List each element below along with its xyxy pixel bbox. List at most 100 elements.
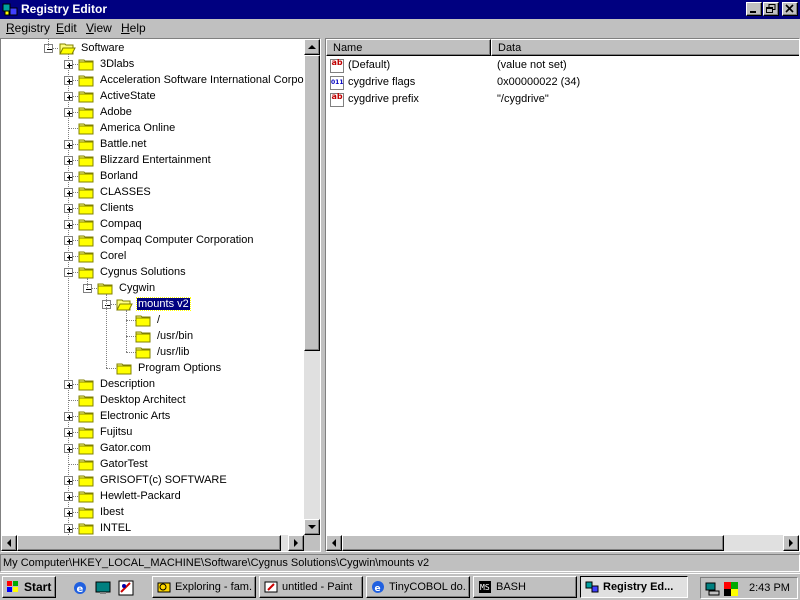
values-hscroll-thumb[interactable] — [342, 535, 724, 551]
arrow-down-icon — [308, 525, 316, 529]
tree-item[interactable]: Fujitsu — [1, 425, 304, 441]
value-data: 0x00000022 (34) — [497, 76, 581, 88]
arrow-right-icon — [789, 539, 793, 547]
svg-text:e: e — [77, 584, 84, 595]
tree-item[interactable]: Compaq — [1, 217, 304, 233]
internet-explorer-icon[interactable]: e — [72, 580, 88, 596]
tree-item[interactable]: Ibest — [1, 505, 304, 521]
tree-item[interactable]: CLASSES — [1, 185, 304, 201]
tree-scroll-thumb[interactable] — [304, 55, 320, 351]
tree-item[interactable]: Gator.com — [1, 441, 304, 457]
menu-view[interactable]: View — [86, 21, 112, 35]
tree-item-label: Program Options — [138, 362, 222, 374]
folder-icon — [78, 395, 94, 407]
tree-item-label: Electronic Arts — [100, 410, 171, 422]
task-button-tinycobol[interactable]: e TinyCOBOL do... — [366, 576, 470, 598]
tree-scroll-left-button[interactable] — [1, 535, 17, 551]
tree-item[interactable]: Hewlett-Packard — [1, 489, 304, 505]
explorer-icon — [157, 582, 171, 593]
arrow-left-icon — [332, 539, 336, 547]
close-button[interactable] — [782, 2, 798, 16]
tree-item[interactable]: /usr/bin — [1, 329, 304, 345]
system-tray: 2:43 PM — [700, 577, 798, 599]
tree-item[interactable]: Adobe — [1, 105, 304, 121]
string-value-icon: ab — [330, 93, 344, 107]
tree-item[interactable]: Clients — [1, 201, 304, 217]
task-button-registry-editor[interactable]: Registry Ed... — [580, 576, 688, 598]
value-row[interactable]: ab (Default) (value not set) — [326, 58, 796, 74]
menu-help[interactable]: Help — [121, 21, 146, 35]
registry-icon — [585, 581, 599, 593]
tree-item[interactable]: GRISOFT(c) SOFTWARE — [1, 473, 304, 489]
tree-item[interactable]: INTEL — [1, 521, 304, 535]
tree-horizontal-scrollbar[interactable] — [1, 535, 304, 551]
tree-item[interactable]: / — [1, 313, 304, 329]
task-button-bash[interactable]: MS BASH — [473, 576, 577, 598]
value-row[interactable]: 011 cygdrive flags 0x00000022 (34) — [326, 75, 796, 91]
colors-icon[interactable] — [723, 581, 739, 597]
folder-icon — [78, 155, 94, 167]
tree-item[interactable]: Borland — [1, 169, 304, 185]
tree-item-label: Battle.net — [100, 138, 147, 150]
tree-item[interactable]: Electronic Arts — [1, 409, 304, 425]
key-tree-pane[interactable]: Software 3Dlabs Acceleration Software Inte… — [0, 38, 321, 552]
tree-item-label: Compaq — [100, 218, 142, 230]
minimize-button[interactable] — [746, 2, 762, 16]
tree-item[interactable]: ActiveState — [1, 89, 304, 105]
tree-scroll-right-button[interactable] — [288, 535, 304, 551]
menu-registry[interactable]: Registry — [6, 21, 50, 35]
tree-item-label: Blizzard Entertainment — [100, 154, 211, 166]
tree-scroll-up-button[interactable] — [304, 39, 320, 55]
start-button[interactable]: Start — [2, 576, 56, 598]
tree-item-label: Corel — [100, 250, 127, 262]
folder-icon — [135, 331, 151, 343]
windows-logo-icon — [7, 581, 18, 592]
tree-item[interactable]: mounts v2 — [1, 297, 304, 313]
tree-item[interactable]: /usr/lib — [1, 345, 304, 361]
values-scroll-right-button[interactable] — [783, 535, 799, 551]
tree-item[interactable]: Description — [1, 377, 304, 393]
values-pane[interactable]: Name Data ab (Default) (value not set) 0… — [325, 38, 800, 552]
tree-item[interactable]: Cygnus Solutions — [1, 265, 304, 281]
column-header-name[interactable]: Name — [326, 39, 491, 56]
tree-item[interactable]: America Online — [1, 121, 304, 137]
tree-item[interactable]: Acceleration Software International Corp… — [1, 73, 304, 89]
value-row[interactable]: ab cygdrive prefix "/cygdrive" — [326, 92, 796, 108]
tree-scroll-down-button[interactable] — [304, 519, 320, 535]
title-bar[interactable]: Registry Editor — [0, 0, 800, 19]
tree-item[interactable]: Desktop Architect — [1, 393, 304, 409]
tree-guide-line — [68, 54, 69, 535]
tree-item[interactable]: Software — [1, 41, 304, 57]
string-value-icon: ab — [330, 59, 344, 73]
tree-vertical-scrollbar[interactable] — [304, 39, 320, 535]
folder-icon — [78, 475, 94, 487]
restore-button[interactable] — [763, 2, 779, 16]
folder-icon — [135, 315, 151, 327]
tree-guide-line — [126, 310, 127, 352]
tree-item[interactable]: Cygwin — [1, 281, 304, 297]
tree-item[interactable]: 3Dlabs — [1, 57, 304, 73]
desktop-icon[interactable] — [95, 580, 111, 596]
folder-icon — [78, 411, 94, 423]
folder-icon — [78, 75, 94, 87]
restore-icon — [766, 4, 776, 13]
tree-item-label: Clients — [100, 202, 134, 214]
tree-item[interactable]: Blizzard Entertainment — [1, 153, 304, 169]
tree-hscroll-thumb[interactable] — [17, 535, 281, 551]
menu-edit[interactable]: Edit — [56, 21, 77, 35]
tree-item-label: Acceleration Software International Corp… — [100, 74, 304, 86]
value-name: (Default) — [348, 59, 391, 71]
tree-item[interactable]: Battle.net — [1, 137, 304, 153]
tree-item[interactable]: Program Options — [1, 361, 304, 377]
column-header-data[interactable]: Data — [491, 39, 799, 56]
channels-icon[interactable] — [118, 580, 134, 596]
values-scroll-left-button[interactable] — [326, 535, 342, 551]
network-icon[interactable] — [705, 581, 721, 597]
tree-item[interactable]: Compaq Computer Corporation — [1, 233, 304, 249]
tree-item[interactable]: GatorTest — [1, 457, 304, 473]
values-horizontal-scrollbar[interactable] — [326, 535, 799, 551]
task-button-exploring[interactable]: Exploring - fam... — [152, 576, 256, 598]
tree-item[interactable]: Corel — [1, 249, 304, 265]
task-button-paint[interactable]: untitled - Paint — [259, 576, 363, 598]
folder-icon — [78, 171, 94, 183]
